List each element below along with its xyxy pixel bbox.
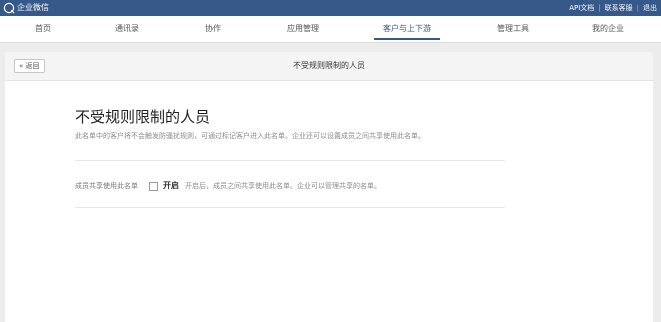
brand-name: 企业微信: [17, 3, 49, 12]
setting-hint: 开启后，成员之间共享使用此名单。企业可以管理共享的名单。: [185, 182, 381, 190]
divider: [75, 160, 505, 161]
page-description: 此名单中的客户将不会触发防骚扰规则，可通过标记客户进入此名单。企业还可以设置成员…: [75, 132, 425, 140]
content-panel: « 返回 不受规则限制的人员 不受规则限制的人员 此名单中的客户将不会触发防骚扰…: [5, 52, 653, 322]
nav-item-management-tools[interactable]: 管理工具: [488, 16, 538, 42]
page-title: 不受规则限制的人员: [75, 108, 211, 126]
top-links: API文档 | 联系客服 | 退出: [569, 3, 657, 13]
sub-header: « 返回 不受规则限制的人员: [5, 52, 653, 81]
divider: [75, 207, 505, 208]
wecom-logo-icon: [3, 2, 15, 14]
main-nav: 首页 通讯录 协作 应用管理 客户与上下游 管理工具 我的企业: [0, 16, 661, 43]
contact-support-link[interactable]: 联系客服: [605, 3, 633, 13]
api-docs-link[interactable]: API文档: [569, 3, 594, 13]
nav-item-app-management[interactable]: 应用管理: [278, 16, 328, 42]
sub-header-title: 不受规则限制的人员: [293, 61, 365, 70]
brand[interactable]: 企业微信: [3, 2, 49, 14]
active-tab-indicator: [374, 38, 440, 40]
enable-share-checkbox[interactable]: [149, 181, 158, 191]
nav-item-contacts[interactable]: 通讯录: [107, 16, 147, 42]
logout-link[interactable]: 退出: [643, 3, 657, 13]
nav-item-my-company[interactable]: 我的企业: [583, 16, 633, 42]
link-separator: |: [636, 4, 639, 12]
setting-label: 成员共享使用此名单: [75, 182, 138, 190]
nav-item-home[interactable]: 首页: [28, 16, 58, 42]
nav-item-collaboration[interactable]: 协作: [198, 16, 228, 42]
share-list-setting: 成员共享使用此名单 开启 开启后，成员之间共享使用此名单。企业可以管理共享的名单…: [75, 180, 381, 192]
top-bar: 企业微信 API文档 | 联系客服 | 退出: [0, 0, 661, 16]
enable-label[interactable]: 开启: [163, 181, 179, 191]
link-separator: |: [598, 4, 601, 12]
